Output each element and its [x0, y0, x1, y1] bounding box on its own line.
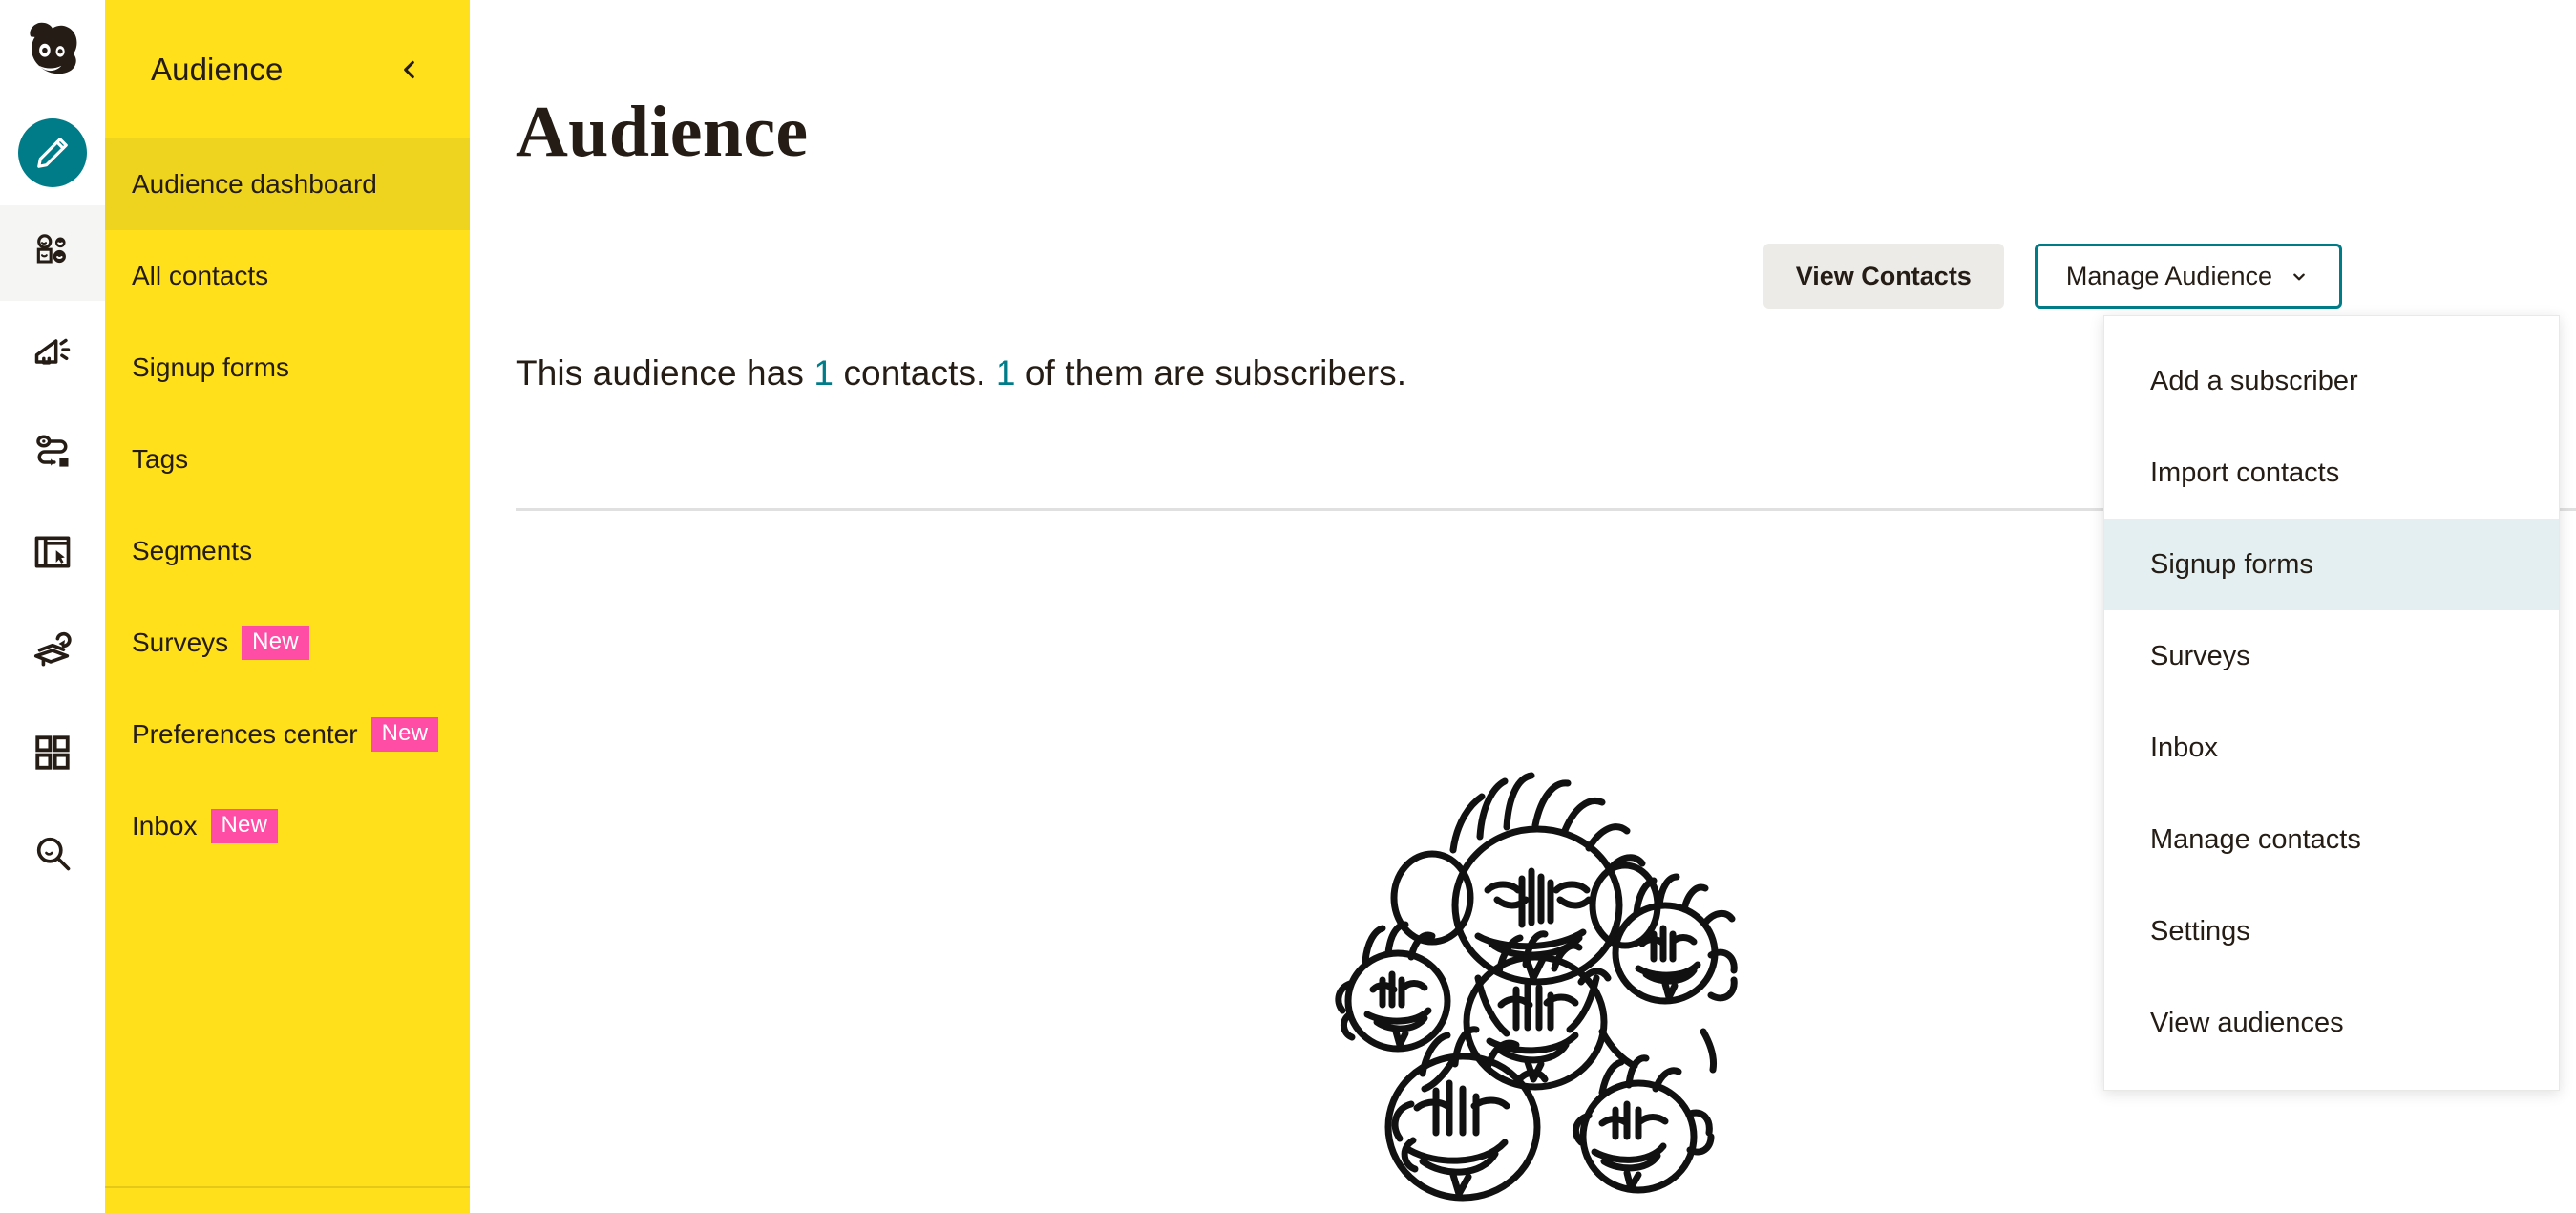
sidebar-item-label: Segments: [132, 536, 253, 565]
view-contacts-label: View Contacts: [1795, 261, 1972, 290]
rail-item-content[interactable]: [0, 606, 105, 702]
sidebar-item-label: Signup forms: [132, 352, 289, 382]
mailchimp-freddie-logo[interactable]: [0, 0, 105, 105]
sidebar-item-label: Audience dashboard: [132, 169, 377, 199]
sidebar-divider: [105, 1186, 470, 1188]
sidebar-item-tags[interactable]: Tags: [105, 414, 470, 505]
audience-summary: This audience has 1 contacts. 1 of them …: [516, 353, 1406, 394]
website-builder-icon: [32, 531, 74, 578]
menu-item-label: Surveys: [2150, 640, 2250, 671]
content-studio-icon: [31, 630, 74, 679]
group-of-people-illustration: [1310, 745, 1759, 1213]
sidebar-item-label: Tags: [132, 444, 189, 474]
megaphone-icon: [32, 330, 74, 377]
sidebar-item-label: Inbox: [132, 811, 198, 841]
application-window: Audience Audience dashboard All contacts…: [0, 0, 2576, 1213]
manage-audience-dropdown: Add a subscriber Import contacts Signup …: [2103, 315, 2560, 1091]
menu-item-label: Signup forms: [2150, 548, 2313, 580]
sidebar-item-inbox[interactable]: Inbox New: [105, 780, 470, 872]
menu-item-inbox[interactable]: Inbox: [2104, 702, 2559, 794]
rail-item-campaigns[interactable]: [0, 306, 105, 401]
subscribers-count: 1: [995, 353, 1016, 393]
page-title: Audience: [516, 92, 809, 172]
sidebar-header: Audience: [105, 0, 470, 138]
menu-item-label: Manage contacts: [2150, 823, 2361, 855]
new-badge: New: [210, 809, 279, 843]
sidebar-item-preferences-center[interactable]: Preferences center New: [105, 689, 470, 780]
manage-audience-label: Manage Audience: [2065, 261, 2272, 290]
menu-item-label: Import contacts: [2150, 457, 2340, 488]
new-badge: New: [370, 717, 439, 752]
sidebar-item-label: Surveys: [132, 628, 229, 657]
menu-item-label: View audiences: [2150, 1007, 2344, 1038]
menu-item-add-a-subscriber[interactable]: Add a subscriber: [2104, 335, 2559, 427]
automation-path-icon: [32, 431, 74, 478]
manage-audience-button[interactable]: Manage Audience: [2034, 244, 2342, 309]
sidebar-item-all-contacts[interactable]: All contacts: [105, 230, 470, 322]
sidebar-item-label: All contacts: [132, 261, 269, 290]
menu-item-label: Add a subscriber: [2150, 365, 2358, 396]
contacts-count: 1: [813, 353, 834, 393]
menu-item-signup-forms[interactable]: Signup forms: [2104, 519, 2559, 610]
view-contacts-button[interactable]: View Contacts: [1763, 244, 2004, 309]
menu-item-import-contacts[interactable]: Import contacts: [2104, 427, 2559, 519]
menu-item-manage-contacts[interactable]: Manage contacts: [2104, 794, 2559, 885]
rail-item-create[interactable]: [0, 105, 105, 201]
rail-item-search[interactable]: [0, 807, 105, 903]
menu-item-settings[interactable]: Settings: [2104, 885, 2559, 977]
summary-prefix: This audience has: [516, 353, 814, 393]
new-badge: New: [242, 626, 309, 660]
summary-suffix: of them are subscribers.: [1015, 353, 1407, 393]
rail-item-website[interactable]: [0, 506, 105, 602]
menu-item-surveys[interactable]: Surveys: [2104, 610, 2559, 702]
rail-item-automations[interactable]: [0, 406, 105, 501]
sidebar-item-segments[interactable]: Segments: [105, 505, 470, 597]
sidebar-item-surveys[interactable]: Surveys New: [105, 597, 470, 689]
sidebar-item-audience-dashboard[interactable]: Audience dashboard: [105, 138, 470, 230]
rail-item-integrations[interactable]: [0, 707, 105, 802]
audience-icon: [32, 230, 74, 277]
chevron-left-icon[interactable]: [390, 50, 430, 90]
sidebar-item-label: Preferences center: [132, 719, 358, 749]
grid-squares-icon: [32, 733, 73, 777]
menu-item-label: Settings: [2150, 915, 2250, 947]
menu-item-view-audiences[interactable]: View audiences: [2104, 977, 2559, 1069]
sidebar-title: Audience: [151, 51, 284, 87]
primary-icon-rail: [0, 0, 105, 1213]
sidebar-item-signup-forms[interactable]: Signup forms: [105, 322, 470, 414]
rail-item-audience[interactable]: [0, 205, 105, 301]
audience-sidebar: Audience Audience dashboard All contacts…: [105, 0, 470, 1213]
chevron-down-icon: [2288, 262, 2311, 291]
search-icon: [32, 832, 74, 879]
summary-middle: contacts.: [834, 353, 996, 393]
pencil-icon: [18, 118, 87, 187]
action-bar: View Contacts Manage Audience: [1763, 244, 2342, 309]
menu-item-label: Inbox: [2150, 732, 2218, 763]
